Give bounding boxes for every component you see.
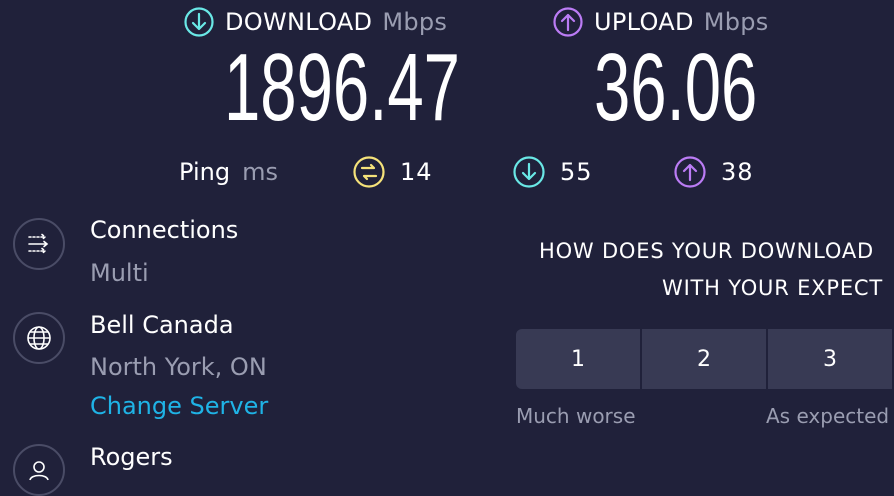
server-isp: Bell Canada	[90, 311, 234, 339]
ping-download-value: 55	[560, 158, 593, 186]
upload-label: UPLOAD	[594, 8, 694, 36]
upload-unit: Mbps	[703, 8, 769, 36]
rating-button-2[interactable]: 2	[642, 329, 766, 389]
download-latency-icon	[512, 155, 546, 189]
rating-button-1[interactable]: 1	[516, 329, 640, 389]
ping-idle: 14	[352, 155, 433, 189]
upload-latency-icon	[673, 155, 707, 189]
ping-idle-value: 14	[400, 158, 433, 186]
survey-question-line2: WITH YOUR EXPECT	[662, 276, 883, 300]
upload-arrow-icon	[552, 6, 584, 38]
server-location: North York, ON	[90, 353, 267, 381]
rating-button-3[interactable]: 3	[768, 329, 892, 389]
user-icon	[13, 444, 65, 496]
rating-scale: 1 2 3	[516, 329, 894, 389]
globe-icon	[13, 312, 65, 364]
rating-low-label: Much worse	[516, 404, 636, 428]
ping-title: Ping	[179, 158, 231, 186]
ping-upload-value: 38	[721, 158, 754, 186]
download-unit: Mbps	[382, 8, 448, 36]
upload-speed-value: 36.06	[594, 34, 758, 141]
change-server-link[interactable]: Change Server	[90, 392, 268, 420]
provider-name: Rogers	[90, 443, 173, 471]
download-label: DOWNLOAD	[225, 8, 373, 36]
ping-unit: ms	[242, 158, 278, 186]
connections-title: Connections	[90, 216, 239, 244]
survey-question-line1: HOW DOES YOUR DOWNLOAD	[539, 239, 874, 263]
ping-label: Ping ms	[179, 158, 278, 186]
rating-mid-label: As expected	[766, 404, 890, 428]
ping-download: 55	[512, 155, 593, 189]
ping-upload: 38	[673, 155, 754, 189]
connections-icon[interactable]	[13, 218, 65, 270]
connections-value: Multi	[90, 259, 149, 287]
download-arrow-icon	[183, 6, 215, 38]
idle-latency-icon	[352, 155, 386, 189]
download-speed-value: 1896.47	[224, 34, 460, 141]
